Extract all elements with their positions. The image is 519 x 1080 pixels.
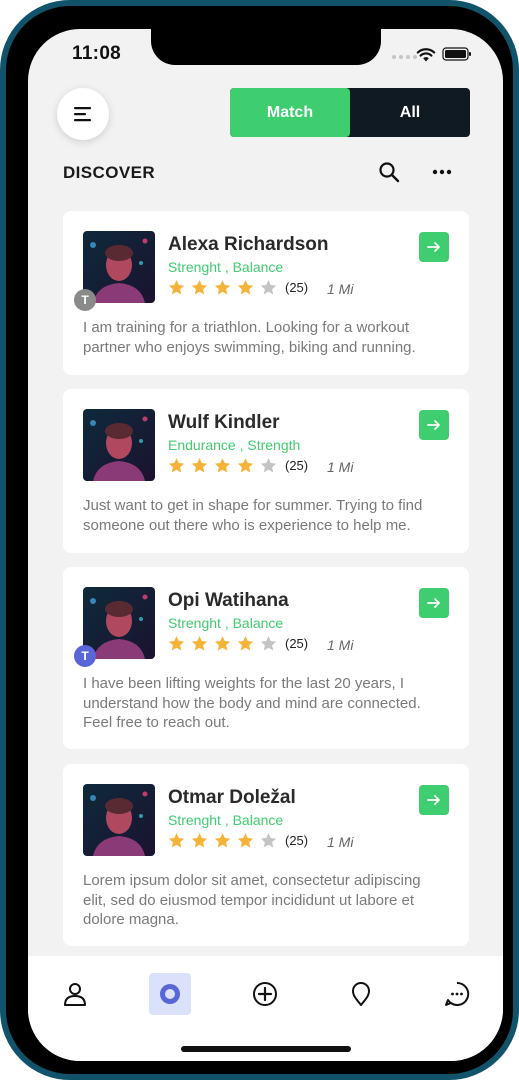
star-icon xyxy=(214,636,231,651)
search-icon[interactable] xyxy=(377,160,401,184)
trainer-name: Otmar Doležal xyxy=(168,787,296,808)
open-profile-button[interactable] xyxy=(419,232,449,262)
rating-stars: (25) xyxy=(168,457,308,474)
more-icon[interactable] xyxy=(430,160,454,184)
arrow-right-icon xyxy=(427,242,440,252)
trainer-name: Alexa Richardson xyxy=(168,234,329,255)
star-icon xyxy=(214,280,231,295)
app-screen: 11:08 Match All DISCOVER T Alexa Richard… xyxy=(28,29,503,1061)
signal-icon xyxy=(392,55,417,59)
star-icon xyxy=(214,833,231,848)
star-icon xyxy=(191,833,208,848)
wifi-icon xyxy=(416,48,436,62)
star-empty-icon xyxy=(260,833,277,848)
avatar xyxy=(83,587,155,659)
trainer-tags: Endurance , Strength xyxy=(168,437,301,453)
trainer-bio: Lorem ipsum dolor sit amet, consectetur … xyxy=(83,872,421,928)
nav-discover[interactable] xyxy=(149,973,191,1015)
arrow-right-icon xyxy=(427,795,440,805)
trainer-badge: T xyxy=(74,289,96,311)
review-count: (25) xyxy=(285,280,309,295)
nav-chat[interactable] xyxy=(436,973,478,1015)
trainer-card[interactable]: Otmar Doležal Strenght , Balance (25) 1 … xyxy=(63,764,469,946)
section-title: DISCOVER xyxy=(63,163,155,182)
trainer-bio: I am training for a triathlon. Looking f… xyxy=(83,319,416,356)
trainer-badge: T xyxy=(74,645,96,667)
star-icon xyxy=(237,833,254,848)
trainer-card[interactable]: T Alexa Richardson Strenght , Balance (2… xyxy=(63,211,469,375)
star-icon xyxy=(191,636,208,651)
trainer-tags: Strenght , Balance xyxy=(168,615,284,631)
battery-icon xyxy=(442,47,471,61)
trainer-bio: Just want to get in shape for summer. Tr… xyxy=(83,497,423,534)
avatar xyxy=(83,409,155,481)
toggle-all[interactable]: All xyxy=(350,88,470,137)
location-icon xyxy=(352,982,370,1006)
trainer-tags: Strenght , Balance xyxy=(168,812,284,828)
profile-icon xyxy=(64,983,86,1006)
trainer-tags: Strenght , Balance xyxy=(168,259,284,275)
star-icon xyxy=(168,458,185,473)
trainer-bio: I have been lifting weights for the last… xyxy=(83,675,421,731)
add-icon xyxy=(253,982,277,1006)
review-count: (25) xyxy=(285,458,309,473)
open-profile-button[interactable] xyxy=(419,410,449,440)
review-count: (25) xyxy=(285,833,309,848)
star-icon xyxy=(191,280,208,295)
match-all-toggle: Match All xyxy=(230,88,470,137)
rating-stars: (25) xyxy=(168,279,308,296)
star-icon xyxy=(237,458,254,473)
discover-icon xyxy=(160,984,180,1004)
phone-frame: 11:08 Match All DISCOVER T Alexa Richard… xyxy=(0,0,519,1080)
trainer-name: Wulf Kindler xyxy=(168,412,280,433)
nav-profile[interactable] xyxy=(54,973,96,1015)
trainer-name: Opi Watihana xyxy=(168,590,289,611)
star-empty-icon xyxy=(260,280,277,295)
star-empty-icon xyxy=(260,458,277,473)
review-count: (25) xyxy=(285,636,309,651)
star-icon xyxy=(237,636,254,651)
arrow-right-icon xyxy=(427,598,440,608)
arrow-right-icon xyxy=(427,420,440,430)
nav-location[interactable] xyxy=(340,973,382,1015)
trainer-distance: 1 Mi xyxy=(327,459,354,475)
home-indicator xyxy=(181,1046,351,1052)
trainer-distance: 1 Mi xyxy=(327,637,354,653)
chat-icon xyxy=(445,981,470,1006)
star-empty-icon xyxy=(260,636,277,651)
star-icon xyxy=(237,280,254,295)
trainer-card[interactable]: Wulf Kindler Endurance , Strength (25) 1… xyxy=(63,389,469,553)
star-icon xyxy=(191,458,208,473)
rating-stars: (25) xyxy=(168,635,308,652)
status-time: 11:08 xyxy=(72,43,122,64)
open-profile-button[interactable] xyxy=(419,785,449,815)
trainer-distance: 1 Mi xyxy=(327,834,354,850)
notch xyxy=(151,29,381,65)
menu-icon xyxy=(74,107,91,122)
star-icon xyxy=(168,833,185,848)
trainer-card[interactable]: T Opi Watihana Strenght , Balance (25) 1… xyxy=(63,567,469,749)
menu-button[interactable] xyxy=(57,88,109,140)
star-icon xyxy=(168,636,185,651)
open-profile-button[interactable] xyxy=(419,588,449,618)
avatar xyxy=(83,784,155,856)
star-icon xyxy=(214,458,231,473)
rating-stars: (25) xyxy=(168,832,308,849)
nav-add[interactable] xyxy=(244,973,286,1015)
toggle-match[interactable]: Match xyxy=(230,88,350,137)
trainer-distance: 1 Mi xyxy=(327,281,354,297)
star-icon xyxy=(168,280,185,295)
avatar xyxy=(83,231,155,303)
